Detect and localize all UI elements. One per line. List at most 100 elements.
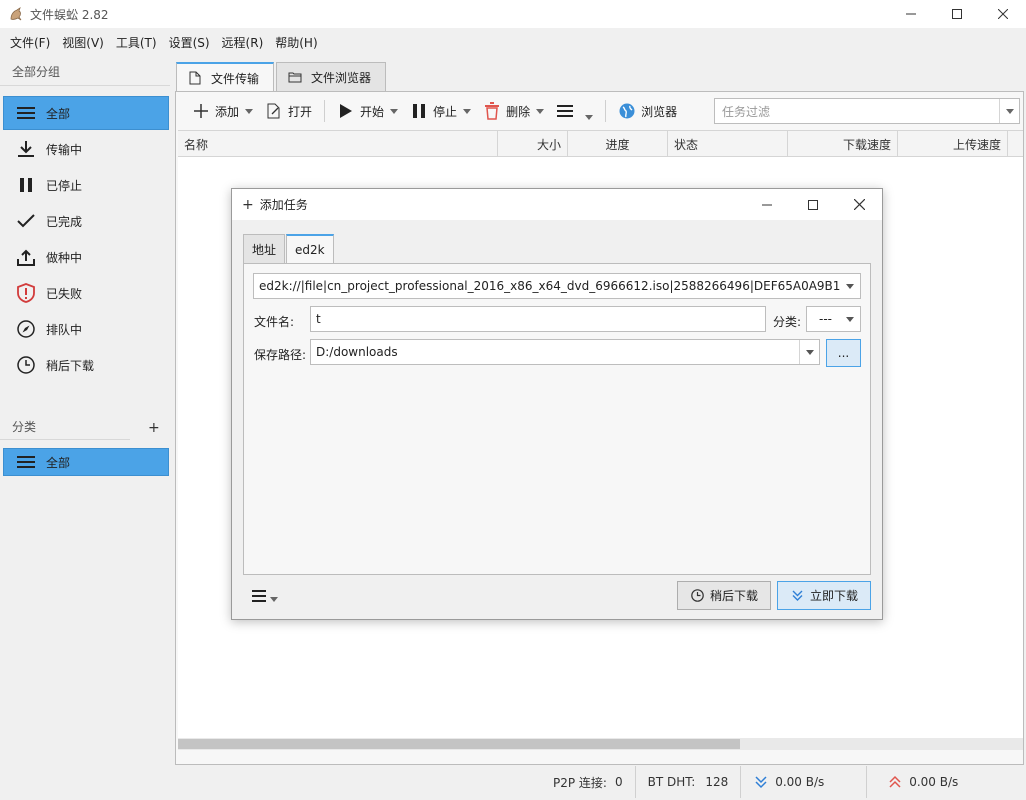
dialog-menu-button[interactable] bbox=[252, 589, 278, 602]
stop-label: 停止 bbox=[433, 104, 458, 119]
minimize-icon bbox=[762, 204, 772, 205]
clock-icon bbox=[690, 588, 706, 604]
globe-icon bbox=[618, 102, 636, 120]
sidebar-item-label: 全部 bbox=[46, 106, 71, 121]
ed2k-link-value: ed2k://|file|cn_project_professional_201… bbox=[259, 279, 861, 293]
menu-tools[interactable]: 工具(T) bbox=[110, 34, 163, 51]
sidebar-item-stopped[interactable]: 已停止 bbox=[3, 168, 169, 202]
chevron-down-icon bbox=[270, 597, 278, 602]
download-speed-status: 0.00 B/s bbox=[741, 766, 868, 798]
add-task-dialog: + 添加任务 地址 ed2k ed2k://|file|cn_project_p… bbox=[231, 188, 883, 620]
column-name[interactable]: 名称 bbox=[178, 131, 498, 157]
browser-label: 浏览器 bbox=[641, 104, 678, 119]
browse-button[interactable]: ... bbox=[826, 339, 861, 367]
start-label: 开始 bbox=[360, 104, 385, 119]
category-item-all[interactable]: 全部 bbox=[3, 448, 169, 476]
dialog-title: 添加任务 bbox=[259, 198, 308, 212]
download-now-button[interactable]: 立即下载 bbox=[777, 581, 871, 610]
dht-value: 128 bbox=[705, 775, 729, 789]
title-bar: 文件蜈蚣 2.82 bbox=[0, 0, 1026, 28]
sidebar-item-seeding[interactable]: 做种中 bbox=[3, 240, 169, 274]
filename-input[interactable]: t bbox=[310, 306, 766, 332]
menu-remote[interactable]: 远程(R) bbox=[216, 34, 270, 51]
download-later-button[interactable]: 稍后下载 bbox=[677, 581, 771, 610]
more-menu-button[interactable] bbox=[550, 97, 599, 125]
chevron-down-icon[interactable] bbox=[840, 307, 860, 331]
tab-address[interactable]: 地址 bbox=[243, 234, 286, 263]
chevron-down-icon[interactable] bbox=[245, 107, 254, 115]
tab-label: 文件传输 bbox=[211, 71, 260, 86]
maximize-button[interactable] bbox=[934, 0, 980, 28]
horizontal-scrollbar[interactable] bbox=[178, 738, 1023, 750]
menu-file[interactable]: 文件(F) bbox=[4, 34, 56, 51]
chevron-down-icon[interactable] bbox=[840, 274, 860, 298]
savepath-combobox[interactable]: D:/downloads bbox=[310, 339, 820, 365]
plus-icon: + bbox=[242, 196, 254, 213]
column-size[interactable]: 大小 bbox=[498, 131, 568, 157]
open-file-icon bbox=[265, 102, 283, 120]
sidebar-item-failed[interactable]: 已失败 bbox=[3, 276, 169, 310]
category-select[interactable]: --- bbox=[806, 306, 861, 332]
sidebar-item-label: 做种中 bbox=[46, 250, 83, 265]
dialog-minimize-button[interactable] bbox=[744, 189, 790, 220]
main-tabs: 文件传输 文件浏览器 bbox=[176, 62, 388, 92]
tab-file-transfer[interactable]: 文件传输 bbox=[176, 62, 275, 92]
chevron-down-icon[interactable] bbox=[999, 99, 1019, 123]
column-download-speed[interactable]: 下载速度 bbox=[788, 131, 898, 157]
file-icon bbox=[187, 70, 203, 86]
category-item-label: 全部 bbox=[46, 455, 71, 470]
task-filter-input[interactable]: 任务过滤 bbox=[714, 98, 1020, 124]
chevron-down-icon[interactable] bbox=[463, 107, 472, 115]
chevron-down-icon[interactable] bbox=[536, 107, 545, 115]
column-upload-speed[interactable]: 上传速度 bbox=[898, 131, 1008, 157]
delete-button[interactable]: 删除 bbox=[477, 97, 550, 125]
tab-label: 文件浏览器 bbox=[311, 70, 372, 85]
close-icon bbox=[998, 9, 1008, 19]
start-button[interactable]: 开始 bbox=[331, 97, 404, 125]
download-speed: 0.00 B/s bbox=[775, 775, 825, 789]
chevron-down-icon[interactable] bbox=[390, 107, 399, 115]
filename-value: t bbox=[316, 312, 321, 326]
sidebar-item-completed[interactable]: 已完成 bbox=[3, 204, 169, 238]
toolbar-separator bbox=[605, 100, 607, 122]
double-chevron-down-icon bbox=[753, 774, 769, 790]
menu-help[interactable]: 帮助(H) bbox=[269, 34, 323, 51]
menu-settings[interactable]: 设置(S) bbox=[163, 34, 216, 51]
open-button[interactable]: 打开 bbox=[259, 97, 318, 125]
p2p-status: P2P 连接: 0 bbox=[541, 766, 636, 798]
sidebar-item-label: 已失败 bbox=[46, 286, 83, 301]
column-progress[interactable]: 进度 bbox=[568, 131, 668, 157]
upload-speed: 0.00 B/s bbox=[909, 775, 959, 789]
menu-view[interactable]: 视图(V) bbox=[56, 34, 110, 51]
chevron-down-icon bbox=[585, 113, 594, 121]
dialog-maximize-button[interactable] bbox=[790, 189, 836, 220]
column-status[interactable]: 状态 bbox=[668, 131, 788, 157]
add-category-button[interactable]: + bbox=[148, 420, 160, 436]
close-button[interactable] bbox=[980, 0, 1026, 28]
dialog-body: ed2k://|file|cn_project_professional_201… bbox=[243, 263, 871, 575]
play-icon bbox=[337, 102, 355, 120]
stop-button[interactable]: 停止 bbox=[404, 97, 477, 125]
double-chevron-up-icon bbox=[887, 774, 903, 790]
sidebar-item-queued[interactable]: 排队中 bbox=[3, 312, 169, 346]
p2p-label: P2P 连接: bbox=[553, 775, 607, 790]
minimize-button[interactable] bbox=[888, 0, 934, 28]
sidebar-item-transferring[interactable]: 传输中 bbox=[3, 132, 169, 166]
list-icon bbox=[16, 452, 36, 472]
scrollbar-thumb[interactable] bbox=[178, 739, 740, 749]
window-title: 文件蜈蚣 2.82 bbox=[30, 7, 109, 22]
sidebar-item-later[interactable]: 稍后下载 bbox=[3, 348, 169, 382]
tab-file-browser[interactable]: 文件浏览器 bbox=[276, 62, 387, 91]
tab-ed2k[interactable]: ed2k bbox=[286, 234, 334, 264]
browser-button[interactable]: 浏览器 bbox=[612, 97, 683, 125]
delete-label: 删除 bbox=[506, 104, 531, 119]
list-icon bbox=[16, 103, 36, 123]
add-button[interactable]: 添加 bbox=[186, 97, 259, 125]
dialog-close-button[interactable] bbox=[836, 189, 882, 220]
sidebar-item-label: 排队中 bbox=[46, 322, 83, 337]
pause-icon bbox=[16, 175, 36, 195]
ed2k-link-combobox[interactable]: ed2k://|file|cn_project_professional_201… bbox=[253, 273, 861, 299]
sidebar-item-all[interactable]: 全部 bbox=[3, 96, 169, 130]
toolbar-separator bbox=[324, 100, 326, 122]
chevron-down-icon[interactable] bbox=[799, 340, 819, 364]
